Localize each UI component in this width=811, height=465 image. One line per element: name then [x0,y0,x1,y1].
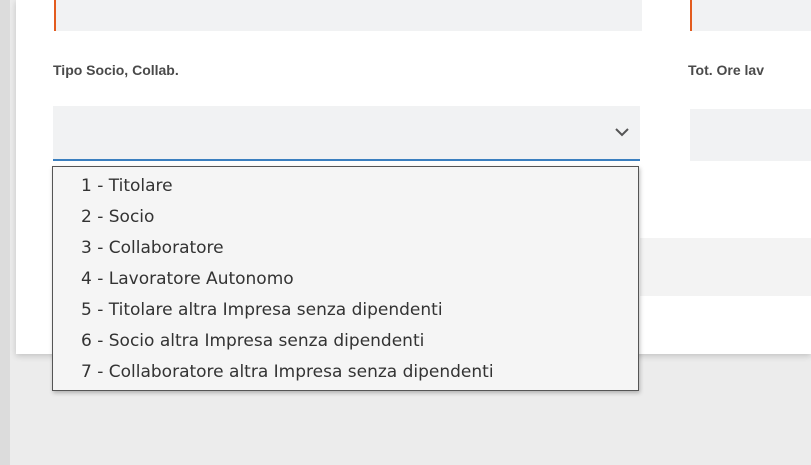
tot-ore-label: Tot. Ore lav [688,62,764,78]
dropdown-option[interactable]: 4 - Lavoratore Autonomo [53,264,638,295]
tipo-socio-select[interactable] [53,106,640,161]
dropdown-option[interactable]: 2 - Socio [53,202,638,233]
dropdown-option[interactable]: 7 - Collaboratore altra Impresa senza di… [53,357,638,388]
tot-ore-input[interactable] [690,109,811,161]
chevron-down-icon[interactable] [614,124,630,140]
section-band [640,238,811,296]
dropdown-option[interactable]: 6 - Socio altra Impresa senza dipendenti [53,326,638,357]
dropdown-option[interactable]: 1 - Titolare [53,171,638,202]
tipo-socio-dropdown-list[interactable]: 1 - Titolare 2 - Socio 3 - Collaboratore… [52,166,639,391]
window-edge [0,0,10,465]
dropdown-option[interactable]: 3 - Collaboratore [53,233,638,264]
previous-field-left[interactable] [54,0,642,31]
tipo-socio-label: Tipo Socio, Collab. [53,62,179,78]
previous-field-right[interactable] [690,0,811,31]
dropdown-option[interactable]: 5 - Titolare altra Impresa senza dipende… [53,295,638,326]
